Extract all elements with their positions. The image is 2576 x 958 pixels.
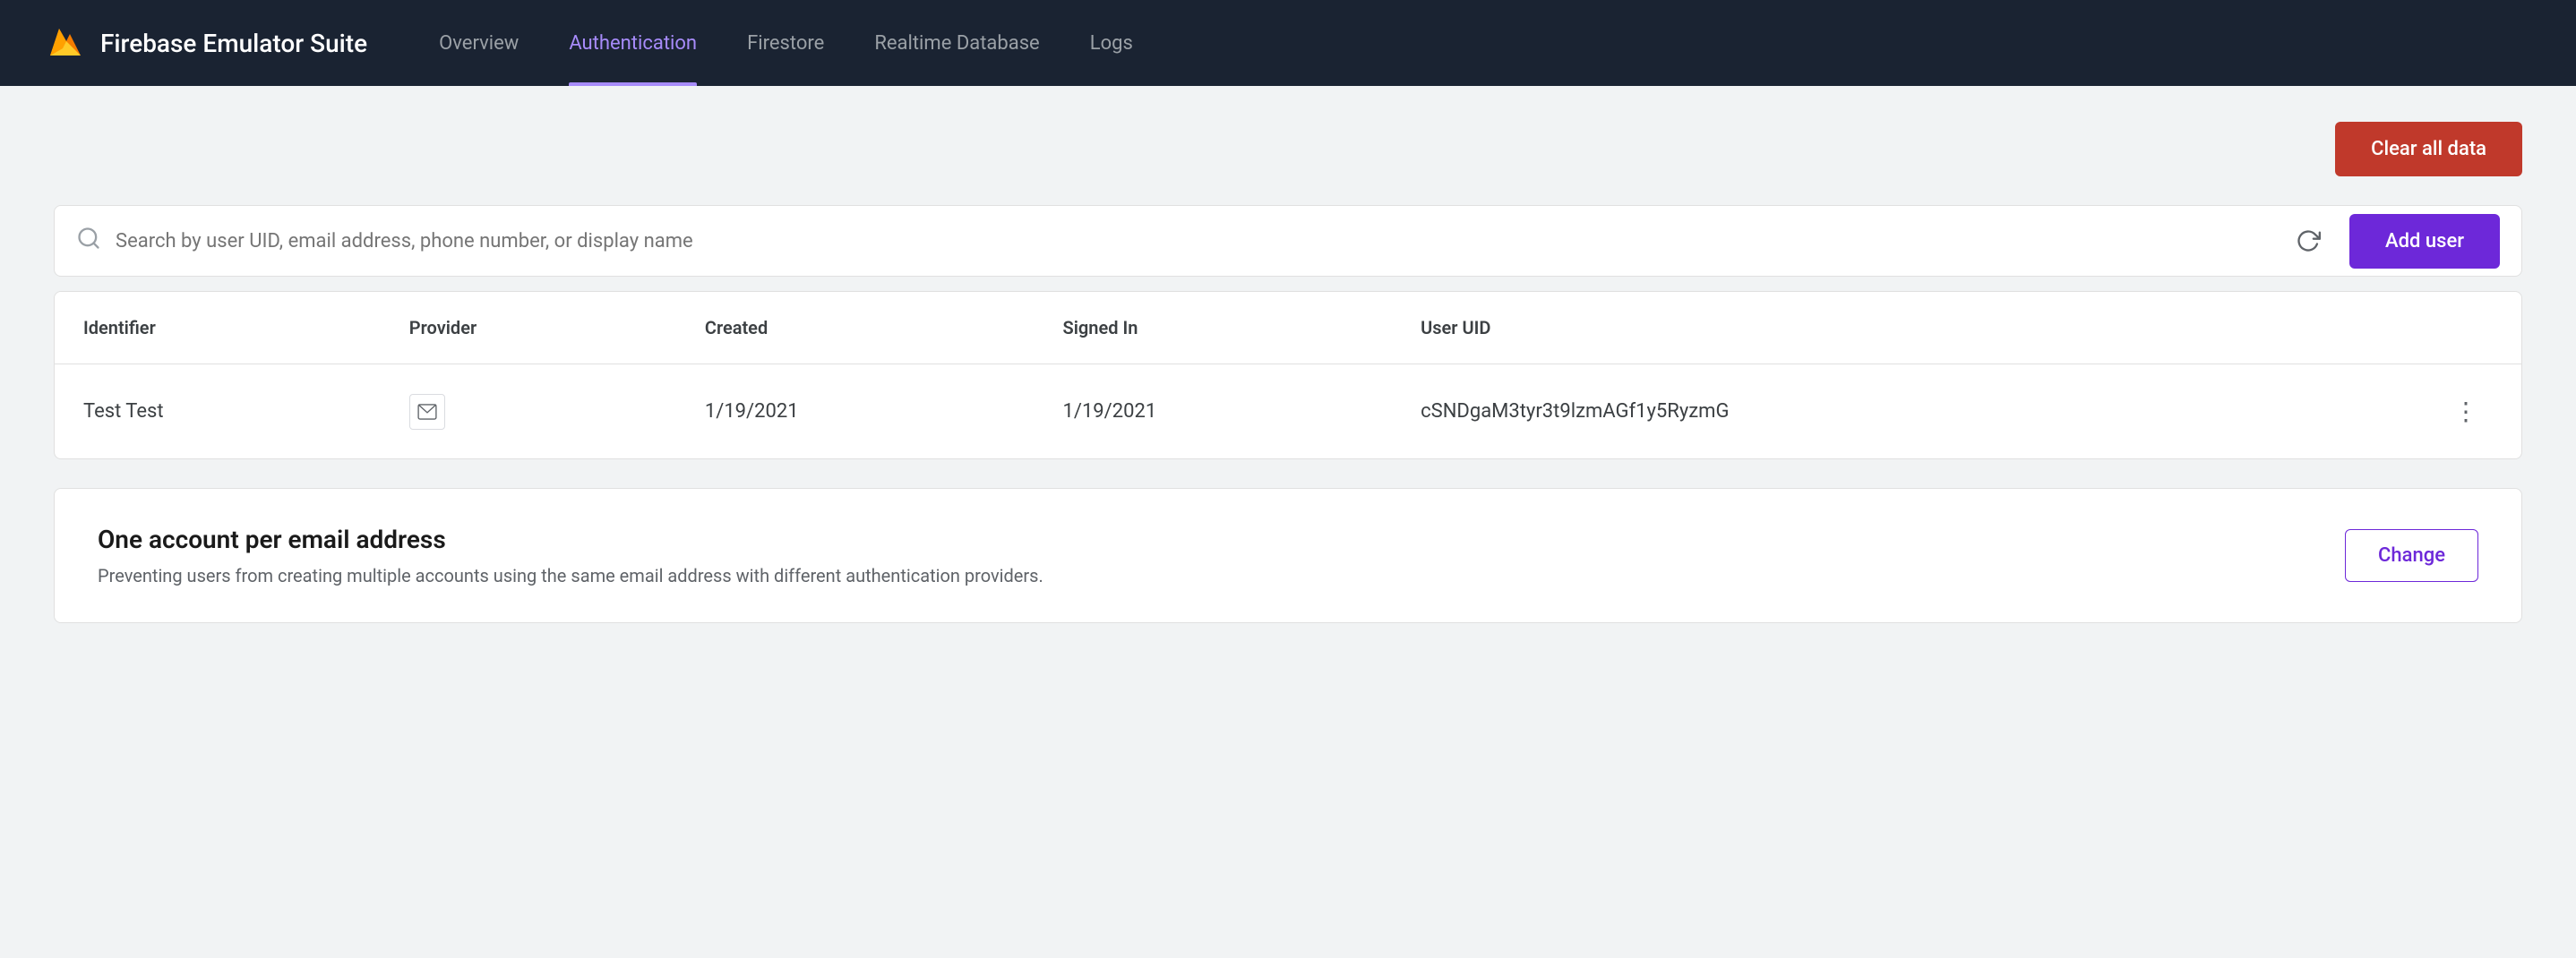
info-card: One account per email address Preventing…: [54, 488, 2522, 623]
table-body: Test Test 1/19/2021 1/19/2021 cSNDgaM3ty…: [55, 364, 2521, 459]
col-header-signed-in: Signed In: [1035, 292, 1393, 364]
add-user-button[interactable]: Add user: [2349, 214, 2500, 269]
cell-created: 1/19/2021: [676, 364, 1035, 459]
cell-row-actions: ⋮: [2258, 364, 2521, 459]
header: Firebase Emulator Suite Overview Authent…: [0, 0, 2576, 86]
users-table-container: Identifier Provider Created Signed In Us…: [54, 291, 2522, 459]
col-header-created: Created: [676, 292, 1035, 364]
info-card-content: One account per email address Preventing…: [98, 525, 1043, 586]
logo-text: Firebase Emulator Suite: [100, 29, 367, 58]
search-bar-container: Add user: [54, 205, 2522, 277]
refresh-button[interactable]: [2288, 221, 2328, 261]
cell-provider: [381, 364, 676, 459]
info-card-description: Preventing users from creating multiple …: [98, 565, 1043, 586]
nav-item-firestore[interactable]: Firestore: [726, 0, 846, 86]
cell-user-uid: cSNDgaM3tyr3t9lzmAGf1y5RyzmG: [1392, 364, 2258, 459]
main-nav: Overview Authentication Firestore Realti…: [417, 0, 1155, 86]
nav-item-authentication[interactable]: Authentication: [547, 0, 718, 86]
cell-identifier: Test Test: [55, 364, 381, 459]
col-header-actions: [2258, 292, 2521, 364]
change-button[interactable]: Change: [2345, 529, 2478, 582]
search-input[interactable]: [116, 230, 2288, 252]
users-table: Identifier Provider Created Signed In Us…: [55, 292, 2521, 458]
table-header: Identifier Provider Created Signed In Us…: [55, 292, 2521, 364]
email-provider-icon: [409, 394, 445, 430]
cell-signed-in: 1/19/2021: [1035, 364, 1393, 459]
search-actions: Add user: [2288, 214, 2500, 269]
col-header-user-uid: User UID: [1392, 292, 2258, 364]
nav-item-realtime-database[interactable]: Realtime Database: [853, 0, 1060, 86]
table-row: Test Test 1/19/2021 1/19/2021 cSNDgaM3ty…: [55, 364, 2521, 459]
search-icon: [76, 226, 101, 257]
clear-all-button[interactable]: Clear all data: [2335, 122, 2522, 176]
col-header-provider: Provider: [381, 292, 676, 364]
main-content: Clear all data Add user Identifi: [0, 86, 2576, 659]
logo-area: Firebase Emulator Suite: [43, 21, 367, 64]
firebase-logo-icon: [43, 21, 86, 64]
nav-item-overview[interactable]: Overview: [417, 0, 540, 86]
col-header-identifier: Identifier: [55, 292, 381, 364]
nav-item-logs[interactable]: Logs: [1069, 0, 1155, 86]
row-more-button[interactable]: ⋮: [2439, 389, 2493, 433]
info-card-title: One account per email address: [98, 525, 1043, 554]
top-actions: Clear all data: [54, 122, 2522, 176]
